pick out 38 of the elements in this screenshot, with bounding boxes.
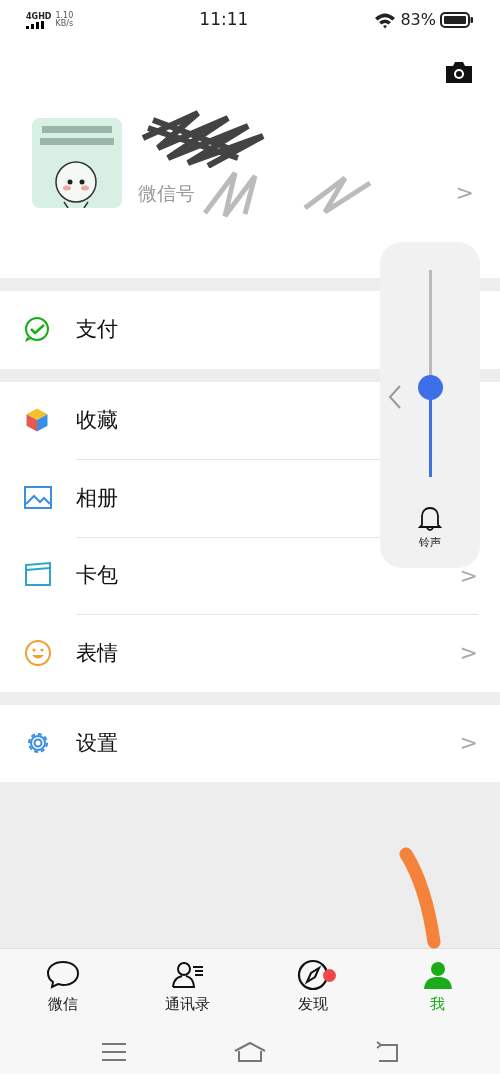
- chevron-icon: >: [459, 564, 478, 587]
- tab[interactable]: 微信: [0, 949, 125, 1030]
- menu-label: 收藏: [76, 406, 118, 434]
- chevron-icon: >: [459, 732, 478, 755]
- tab[interactable]: 发现: [250, 949, 375, 1030]
- menu-label: 相册: [76, 484, 118, 512]
- network-type: 4GHD: [26, 11, 52, 21]
- menu-item[interactable]: 支付: [0, 291, 500, 369]
- chat-bubble-icon: [45, 959, 80, 991]
- menu-label: 表情: [76, 639, 118, 667]
- menu-label: 卡包: [76, 562, 118, 589]
- smiley-icon: [24, 638, 52, 667]
- camera-icon[interactable]: [444, 60, 474, 84]
- menu-item[interactable]: 表情 >: [0, 614, 500, 692]
- home-icon[interactable]: [233, 1041, 267, 1063]
- clock: 11:11: [199, 8, 249, 32]
- wifi-icon: [374, 11, 397, 29]
- signal-icon: [26, 20, 46, 29]
- check-bubble-icon: [24, 315, 52, 344]
- tab[interactable]: 通讯录: [125, 949, 250, 1030]
- battery-icon: [440, 12, 474, 28]
- chevron-left-icon[interactable]: [388, 384, 402, 410]
- contacts-icon: [170, 959, 205, 991]
- volume-label: 铃声: [419, 535, 441, 551]
- menu-label: 设置: [76, 729, 118, 757]
- network-speed: 1.10: [55, 12, 74, 20]
- menu-label: 支付: [76, 316, 118, 343]
- image-icon: [24, 483, 52, 512]
- compass-icon: [295, 959, 330, 991]
- speed-unit: KB/s: [55, 20, 74, 28]
- chevron-icon: >: [459, 642, 478, 665]
- menu-item[interactable]: 收藏: [0, 381, 500, 459]
- wechat-id-label: 微信号: [138, 180, 195, 206]
- battery-percent: 83%: [400, 9, 436, 31]
- menu-item[interactable]: 设置 >: [0, 704, 500, 782]
- menu-icon[interactable]: [101, 1042, 127, 1062]
- bell-icon: [418, 505, 442, 531]
- slider-thumb[interactable]: [417, 375, 443, 400]
